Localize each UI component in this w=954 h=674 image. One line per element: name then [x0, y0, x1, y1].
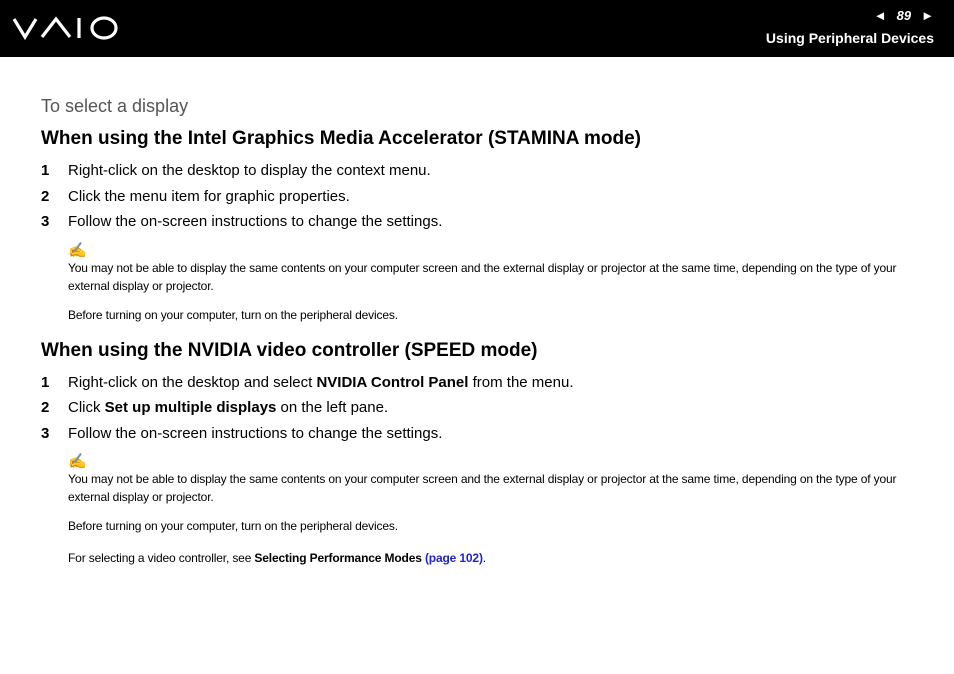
page-navigator: ◄ 89 ►	[874, 6, 934, 24]
procedure-title: To select a display	[41, 96, 189, 116]
step-text-part: on the left pane.	[276, 399, 389, 416]
reference-text-part: For selecting a video controller, see	[68, 551, 255, 565]
step-number: 2	[41, 187, 50, 205]
page-102-link[interactable]: (page 102)	[425, 551, 483, 565]
page-content: To select a display When using the Intel…	[41, 96, 921, 567]
step-number: 1	[41, 162, 50, 179]
step-text: Right-click on the desktop to display th…	[68, 162, 431, 179]
note-pencil-icon: ✍	[68, 453, 87, 470]
intel-section-heading: When using the Intel Graphics Media Acce…	[41, 128, 641, 149]
section-title: Using Peripheral Devices	[765, 30, 934, 46]
reference-target: Selecting Performance Modes	[254, 551, 422, 565]
step-text-part: Right-click on the desktop and select	[68, 373, 317, 391]
step-item: 2 Click the menu item for graphic proper…	[41, 184, 921, 210]
step-text: Right-click on the desktop and select NV…	[68, 370, 573, 396]
page-header: ◄ 89 ► Using Peripheral Devices	[0, 0, 954, 57]
step-item: 3 Follow the on-screen instructions to c…	[41, 209, 921, 235]
step-item: 2 Click Set up multiple displays on the …	[41, 395, 921, 421]
note-text: Before turning on your computer, turn on…	[68, 519, 398, 533]
step-text-part: from the menu.	[468, 373, 574, 391]
note-text: Before turning on your computer, turn on…	[68, 307, 398, 322]
step-item: 3 Follow the on-screen instructions to c…	[41, 421, 921, 447]
note-pencil-icon: ✍	[68, 241, 87, 259]
step-number: 1	[41, 373, 50, 391]
note-block: ✍ You may not be able to display the sam…	[68, 241, 921, 324]
step-text: Follow the on-screen instructions to cha…	[68, 213, 443, 230]
step-item: 1 Right-click on the desktop to display …	[41, 158, 921, 184]
step-number: 2	[41, 399, 50, 416]
reference-text-part: .	[482, 551, 486, 565]
step-number: 3	[41, 213, 50, 230]
step-text: Click Set up multiple displays on the le…	[68, 395, 388, 421]
note-text: You may not be able to display the same …	[68, 260, 897, 293]
nvidia-section-heading: When using the NVIDIA video controller (…	[41, 339, 538, 361]
nvidia-control-panel-term: NVIDIA Control Panel	[316, 373, 469, 391]
note-text: You may not be able to display the same …	[68, 472, 897, 504]
step-text-part: Click	[68, 399, 105, 416]
setup-multiple-displays-term: Set up multiple displays	[104, 399, 277, 416]
step-text: Follow the on-screen instructions to cha…	[68, 424, 443, 442]
step-text: Click the menu item for graphic properti…	[68, 187, 350, 205]
previous-page-arrow-icon[interactable]: ◄	[874, 9, 887, 22]
note-block: ✍ You may not be able to display the sam…	[68, 454, 921, 567]
reference-text: For selecting a video controller, see Se…	[68, 549, 921, 567]
page-number: 89	[896, 7, 912, 23]
next-page-arrow-icon[interactable]: ►	[921, 9, 934, 22]
vaio-logo	[12, 16, 118, 41]
step-item: 1 Right-click on the desktop and select …	[41, 370, 921, 396]
step-number: 3	[41, 424, 50, 442]
